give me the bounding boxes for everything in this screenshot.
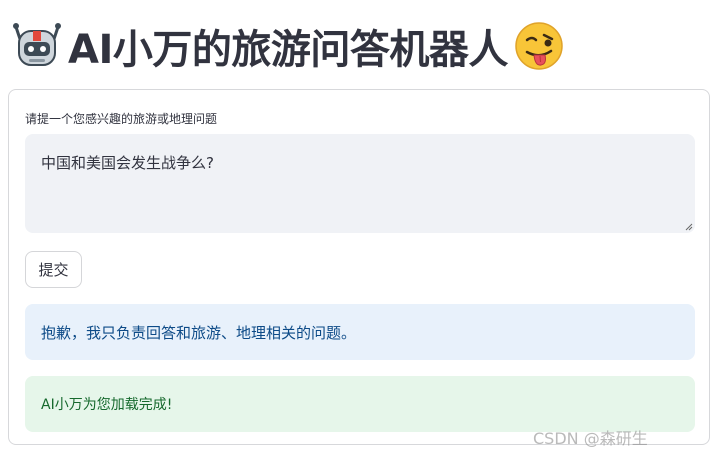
winking-face-tongue-icon [515, 22, 563, 70]
question-form: 请提一个您感兴趣的旅游或地理问题 中国和美国会发生战争么? 提交 抱歉，我只负责… [8, 89, 710, 445]
success-alert: AI小万为您加载完成! [25, 376, 695, 432]
page-header: AI小万的旅游问答机器人 [12, 14, 564, 78]
info-alert-text: 抱歉，我只负责回答和旅游、地理相关的问题。 [41, 323, 357, 342]
watermark: CSDN @森研生 [533, 429, 648, 448]
submit-button[interactable]: 提交 [25, 251, 82, 288]
question-textarea[interactable]: 中国和美国会发生战争么? [25, 134, 695, 233]
info-alert: 抱歉，我只负责回答和旅游、地理相关的问题。 [25, 304, 695, 360]
page-title: AI小万的旅游问答机器人 [68, 27, 508, 73]
question-input-label: 请提一个您感兴趣的旅游或地理问题 [25, 112, 218, 126]
robot-icon [13, 23, 61, 66]
resize-grip-icon[interactable] [685, 223, 693, 231]
success-alert-text: AI小万为您加载完成! [41, 397, 173, 413]
